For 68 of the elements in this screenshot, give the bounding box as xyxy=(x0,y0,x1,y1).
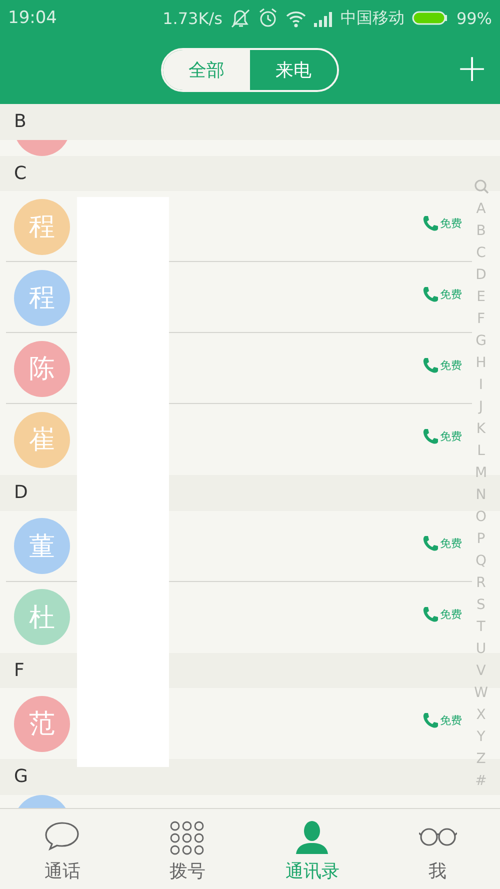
contact-avatar: 范 xyxy=(14,696,70,752)
nav-tab[interactable]: 通话 xyxy=(0,809,125,889)
index-letter[interactable]: G xyxy=(476,330,486,352)
index-letter[interactable]: R xyxy=(476,572,486,594)
signal-icon xyxy=(314,10,332,26)
nav-tab[interactable]: 我 xyxy=(375,809,500,889)
index-letter[interactable]: C xyxy=(476,242,486,264)
index-letter[interactable]: T xyxy=(476,616,486,638)
free-call-button[interactable]: 免费 xyxy=(422,606,462,622)
index-letter[interactable]: D xyxy=(476,264,486,286)
phone-icon xyxy=(422,712,439,729)
search-icon xyxy=(474,179,488,194)
index-letter[interactable]: F xyxy=(476,308,486,330)
mute-bell-icon xyxy=(230,8,250,28)
free-call-button[interactable]: 免费 xyxy=(422,286,462,303)
index-letter[interactable]: S xyxy=(476,594,486,616)
phone-icon xyxy=(422,357,439,374)
network-speed: 1.73K/s xyxy=(162,8,222,28)
index-letter[interactable]: B xyxy=(476,220,486,242)
contact-avatar: 崔 xyxy=(14,412,70,468)
phone-icon xyxy=(422,286,439,303)
free-call-button[interactable]: 免费 xyxy=(422,428,462,445)
index-letter[interactable]: # xyxy=(475,770,487,792)
index-letter[interactable]: W xyxy=(474,682,488,704)
contact-avatar: 陈 xyxy=(14,340,70,396)
contact-avatar: 程 xyxy=(14,270,70,326)
free-call-button[interactable]: 免费 xyxy=(422,534,462,552)
wifi-icon xyxy=(286,8,306,28)
index-letter[interactable]: Z xyxy=(476,748,486,770)
contact-avatar: 程 xyxy=(14,198,70,254)
phone-icon xyxy=(422,215,439,232)
filter-tab[interactable]: 全部 xyxy=(163,50,250,90)
index-letter[interactable]: U xyxy=(476,638,486,660)
battery-percent: 99% xyxy=(456,8,492,28)
add-button[interactable]: + xyxy=(452,48,492,88)
section-letter: F xyxy=(14,660,24,681)
carrier-name: 中国移动 xyxy=(340,8,404,28)
index-letter[interactable]: I xyxy=(478,374,484,396)
alarm-icon xyxy=(258,8,278,28)
section-letter: B xyxy=(14,111,26,132)
free-call-button[interactable]: 免费 xyxy=(422,357,462,374)
index-letter[interactable]: O xyxy=(475,506,487,528)
index-letter[interactable]: L xyxy=(477,440,485,462)
index-letter[interactable]: Y xyxy=(476,726,486,748)
index-letter[interactable]: H xyxy=(476,352,486,374)
phone-icon xyxy=(422,428,439,445)
index-letter[interactable]: P xyxy=(476,528,486,550)
phone-icon xyxy=(422,534,439,552)
index-letter[interactable]: Q xyxy=(475,550,487,572)
index-letter[interactable]: X xyxy=(476,704,486,726)
section-letter: G xyxy=(14,766,28,788)
contact-avatar: 杜 xyxy=(14,589,70,645)
index-letter[interactable]: A xyxy=(476,198,486,220)
free-call-button[interactable]: 免费 xyxy=(422,712,462,729)
battery-icon xyxy=(412,11,448,25)
status-time: 19:04 xyxy=(8,8,57,28)
nav-tab[interactable]: 拨号 xyxy=(125,809,250,889)
free-call-button[interactable]: 免费 xyxy=(422,215,462,232)
index-letter[interactable]: J xyxy=(478,396,484,418)
index-letter[interactable]: K xyxy=(476,418,486,440)
section-letter: D xyxy=(14,482,28,504)
contact-avatar: 董 xyxy=(14,518,70,574)
index-letter[interactable]: E xyxy=(476,286,486,308)
phone-icon xyxy=(422,606,439,622)
dial-pad-icon xyxy=(168,820,206,856)
index-letter[interactable]: M xyxy=(474,462,488,484)
nav-tab[interactable]: 通讯录 xyxy=(250,809,375,889)
section-letter: C xyxy=(14,162,27,184)
